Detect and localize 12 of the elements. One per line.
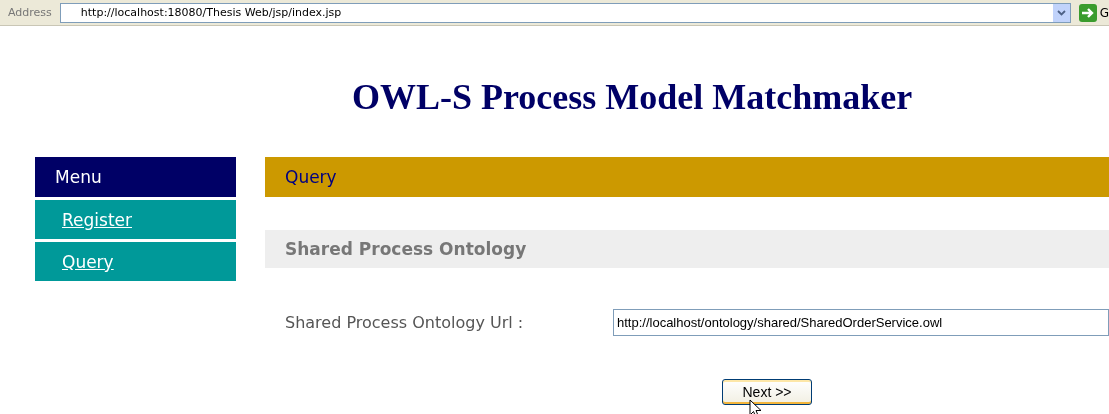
address-label: Address	[8, 6, 52, 19]
menu-header: Menu	[35, 157, 236, 197]
mouse-pointer-icon	[749, 399, 762, 414]
dropdown-icon[interactable]	[1051, 3, 1070, 22]
url-input-field[interactable]: http://localhost/ontology/shared/SharedOrderService.owl	[613, 308, 1109, 336]
page-title: OWL-S Process Model Matchmaker	[352, 76, 914, 118]
subsection-header: Shared Process Ontology	[265, 230, 1109, 268]
address-field[interactable]: http://localhost:18080/Thesis Web/jsp/index.jsp	[59, 2, 1071, 23]
next-button[interactable]: Next >>	[722, 379, 812, 405]
url-text: http://localhost:18080/Thesis Web/jsp/index.jsp	[80, 6, 342, 19]
section-header: Query	[265, 157, 1109, 197]
field-label: Shared Process Ontology Url :	[284, 312, 525, 332]
